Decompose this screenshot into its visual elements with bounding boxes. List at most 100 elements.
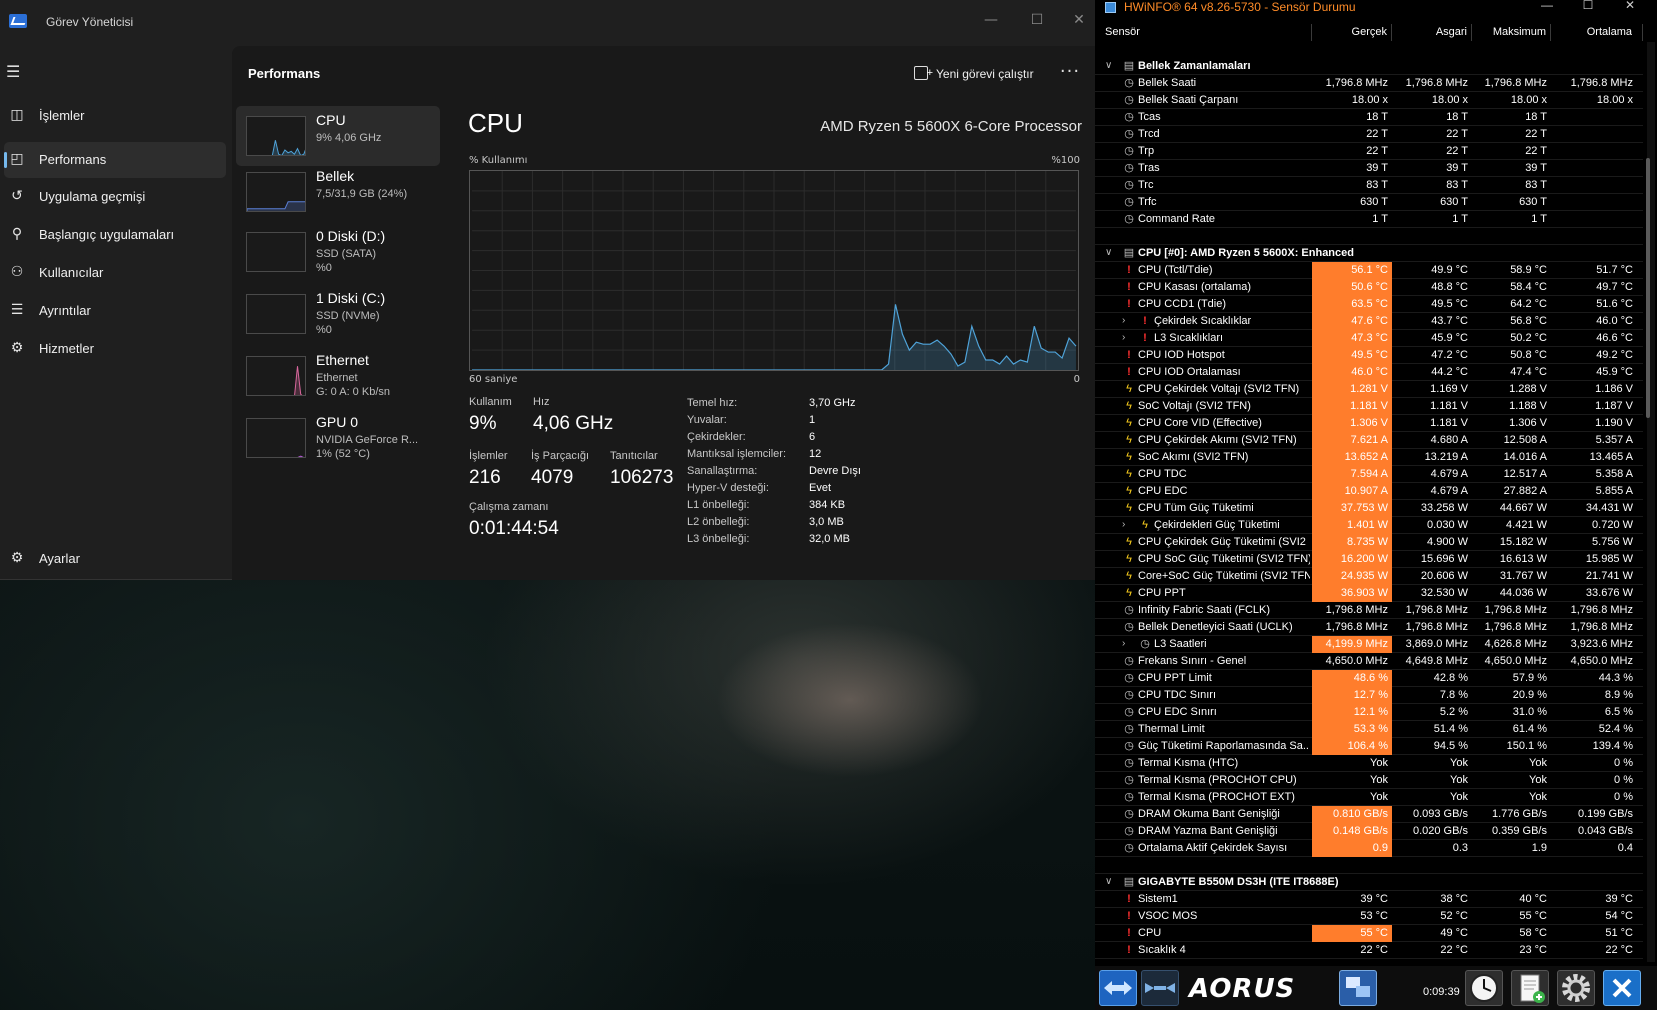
minimize-button[interactable]: — (1527, 0, 1567, 14)
sensor-row[interactable]: ◷ Command Rate 1 T 1 T 1 T (1095, 211, 1643, 228)
sensor-row[interactable]: › ◷ L3 Saatleri 4,199.9 MHz 3,869.0 MHz 4,626… (1095, 636, 1643, 653)
sensor-row[interactable]: ◷ Termal Kısma (PROCHOT EXT) Yok Yok Yok 0 % (1095, 789, 1643, 806)
sensor-row[interactable]: ◷ Trcd 22 T 22 T 22 T (1095, 126, 1643, 143)
sensor-row[interactable]: ◷ CPU EDC Sınırı 12.1 % 5.2 % 31.0 % 6.5 % (1095, 704, 1643, 721)
sensor-row[interactable]: ◷ Infinity Fabric Saati (FCLK) 1,796.8 MHz… (1095, 602, 1643, 619)
collapse-chevron-icon[interactable]: ∨ (1105, 58, 1112, 74)
sensor-row[interactable]: ! CPU (Tctl/Tdie) 56.1 °C 49.9 °C 58.9 °C 51.… (1095, 262, 1643, 279)
expand-chevron-icon[interactable]: › (1122, 517, 1125, 533)
hwinfo-titlebar[interactable]: HWiNFO® 64 v8.26-5730 - Sensör Durumu — … (1095, 0, 1657, 16)
sensor-row[interactable]: ϟ SoC Akımı (SVI2 TFN) 13.652 A 13.219 A 14.… (1095, 449, 1643, 466)
more-options-button[interactable]: ··· (1056, 60, 1084, 88)
maximize-button[interactable]: ☐ (1568, 0, 1608, 14)
sensor-row[interactable]: › ϟ Çekirdekleri Güç Tüketimi 1.401 W 0.030 … (1095, 517, 1643, 534)
task-manager-titlebar[interactable]: Görev Yöneticisi — ☐ ✕ (0, 0, 1104, 46)
sensor-row[interactable]: ◷ Güç Tüketimi Raporlamasında Sa... 106.4 … (1095, 738, 1643, 755)
sensor-row[interactable]: ◷ CPU PPT Limit 48.6 % 42.8 % 57.9 % 44.3 % (1095, 670, 1643, 687)
menu-icon[interactable]: ☰ (6, 62, 26, 82)
value-min: 1,796.8 MHz (1405, 604, 1468, 616)
sensor-row[interactable]: ϟ CPU TDC 7.594 A 4.679 A 12.517 A 5.358 A (1095, 466, 1643, 483)
sensor-row[interactable]: ◷ Termal Kısma (PROCHOT CPU) Yok Yok Yok 0 % (1095, 772, 1643, 789)
close-button[interactable]: ✕ (1610, 0, 1650, 14)
value-min: 1,796.8 MHz (1405, 77, 1468, 89)
column-header-sensor[interactable]: Sensör (1095, 24, 1312, 41)
expand-chevron-icon[interactable]: › (1122, 636, 1125, 652)
run-new-task-button[interactable]: Yeni görevi çalıştır (914, 59, 1034, 88)
clock-icon[interactable] (1465, 970, 1503, 1006)
device-item-2[interactable]: Bellek 7,5/31,9 GB (24%) (236, 162, 440, 222)
sensor-row[interactable]: ! Sistem1 39 °C 38 °C 40 °C 39 °C (1095, 891, 1643, 908)
sensor-row[interactable]: ! CPU CCD1 (Tdie) 63.5 °C 49.5 °C 64.2 °C 51.… (1095, 296, 1643, 313)
maximize-button[interactable]: ☐ (1014, 4, 1060, 36)
collapse-icon[interactable] (1141, 970, 1179, 1006)
sensor-row[interactable]: ◷ Trfc 630 T 630 T 630 T (1095, 194, 1643, 211)
device-item-3[interactable]: 0 Diski (D:) SSD (SATA) %0 (236, 222, 440, 282)
sensor-row[interactable]: ϟ Core+SoC Güç Tüketimi (SVI2 TFN) 24.935 … (1095, 568, 1643, 585)
sensor-row[interactable]: ϟ CPU SoC Güç Tüketimi (SVI2 TFN) 16.200 W… (1095, 551, 1643, 568)
sensor-row[interactable]: ! VSOC MOS 53 °C 52 °C 55 °C 54 °C (1095, 908, 1643, 925)
sensor-row[interactable]: ◷ Tcas 18 T 18 T 18 T (1095, 109, 1643, 126)
sensor-row[interactable]: ›! L3 Sıcaklıkları 47.3 °C 45.9 °C 50.2 °C 46… (1095, 330, 1643, 347)
device-item-4[interactable]: 1 Diski (C:) SSD (NVMe) %0 (236, 284, 440, 344)
column-header-current[interactable]: Gerçek (1312, 24, 1392, 41)
device-item-5[interactable]: Ethernet Ethernet G: 0 A: 0 Kb/sn (236, 346, 440, 406)
collapse-chevron-icon[interactable]: ∨ (1105, 245, 1112, 261)
sensor-group-row[interactable]: ∨ ▤ CPU [#0]: AMD Ryzen 5 5600X: Enhanced (1095, 245, 1643, 262)
nav-arrows-icon[interactable] (1099, 970, 1137, 1006)
sensor-row[interactable]: ◷ Bellek Denetleyici Saati (UCLK) 1,796.8 … (1095, 619, 1643, 636)
sensor-row[interactable]: ! CPU Kasası (ortalama) 50.6 °C 48.8 °C 58.4… (1095, 279, 1643, 296)
nav-item-7[interactable]: ⚙ Hizmetler (4, 331, 226, 367)
sensor-group-row[interactable]: ∨ ▤ GIGABYTE B550M DS3H (ITE IT8688E) (1095, 874, 1643, 891)
sensor-row[interactable]: ! CPU IOD Ortalaması 46.0 °C 44.2 °C 47.4 °C… (1095, 364, 1643, 381)
device-item-1[interactable]: CPU 9% 4,06 GHz (236, 106, 440, 166)
value-current: 12.7 % (1312, 687, 1392, 704)
sensor-row[interactable]: ◷ Frekans Sınırı - Genel 4,650.0 MHz 4,649.… (1095, 653, 1643, 670)
sensor-row[interactable]: ›! Çekirdek Sıcaklıklar 47.6 °C 43.7 °C 56.8… (1095, 313, 1643, 330)
minimize-button[interactable]: — (968, 4, 1014, 36)
nav-item-6[interactable]: ☰ Ayrıntılar (4, 293, 226, 329)
sensor-row[interactable]: ◷ CPU TDC Sınırı 12.7 % 7.8 % 20.9 % 8.9 % (1095, 687, 1643, 704)
expand-chevron-icon[interactable]: › (1122, 313, 1125, 329)
value-average: 22 °C (1605, 944, 1633, 956)
sensor-group-row[interactable]: ∨ ▤ Bellek Zamanlamaları (1095, 58, 1643, 75)
scrollbar-thumb[interactable] (1646, 158, 1650, 418)
network-icon[interactable] (1339, 970, 1377, 1006)
nav-item-1[interactable]: ◫ İşlemler (4, 98, 226, 134)
nav-item-settings[interactable]: ⚙ Ayarlar (4, 541, 226, 577)
column-header-average[interactable]: Ortalama (1551, 24, 1643, 41)
sensor-row[interactable]: ! CPU IOD Hotspot 49.5 °C 47.2 °C 50.8 °C 49.… (1095, 347, 1643, 364)
sensor-row[interactable]: ◷ DRAM Okuma Bant Genişliği 0.810 GB/s 0.09… (1095, 806, 1643, 823)
report-icon[interactable] (1511, 970, 1549, 1006)
sensor-row[interactable]: ! CPU 55 °C 49 °C 58 °C 51 °C (1095, 925, 1643, 942)
sensor-row[interactable]: ◷ Thermal Limit 53.3 % 51.4 % 61.4 % 52.4 % (1095, 721, 1643, 738)
sensor-row[interactable]: ϟ CPU Tüm Güç Tüketimi 37.753 W 33.258 W 44.… (1095, 500, 1643, 517)
sensor-row[interactable]: ϟ CPU PPT 36.903 W 32.530 W 44.036 W 33.676 W (1095, 585, 1643, 602)
nav-item-3[interactable]: ↺ Uygulama geçmişi (4, 179, 226, 215)
sensor-row[interactable]: ϟ CPU Çekirdek Güç Tüketimi (SVI2 ... 8.73… (1095, 534, 1643, 551)
sensor-row[interactable]: ϟ CPU EDC 10.907 A 4.679 A 27.882 A 5.855 A (1095, 483, 1643, 500)
sensor-row[interactable]: ◷ Trp 22 T 22 T 22 T (1095, 143, 1643, 160)
nav-item-4[interactable]: ⚲ Başlangıç uygulamaları (4, 217, 226, 253)
sensor-row[interactable]: ◷ Termal Kısma (HTC) Yok Yok Yok 0 % (1095, 755, 1643, 772)
sensor-row[interactable]: ◷ DRAM Yazma Bant Genişliği 0.148 GB/s 0.02… (1095, 823, 1643, 840)
sensor-row[interactable]: ! Sıcaklık 4 22 °C 22 °C 23 °C 22 °C (1095, 942, 1643, 959)
sensor-row[interactable]: ϟ CPU Çekirdek Akımı (SVI2 TFN) 7.621 A 4.6… (1095, 432, 1643, 449)
sensor-row[interactable]: ◷ Ortalama Aktif Çekirdek Sayısı 0.9 0.3 1.9… (1095, 840, 1643, 857)
sensor-row[interactable]: ◷ Bellek Saati Çarpanı 18.00 x 18.00 x 18.00… (1095, 92, 1643, 109)
device-item-6[interactable]: GPU 0 NVIDIA GeForce R... 1% (52 °C) (236, 408, 440, 468)
sensor-row[interactable]: ◷ Tras 39 T 39 T 39 T (1095, 160, 1643, 177)
settings-icon[interactable] (1557, 970, 1595, 1006)
close-icon[interactable] (1603, 970, 1641, 1006)
column-header-max[interactable]: Maksimum (1472, 24, 1551, 41)
nav-item-5[interactable]: ⚇ Kullanıcılar (4, 255, 226, 291)
sensor-row[interactable]: ϟ CPU Çekirdek Voltajı (SVI2 TFN) 1.281 V 1… (1095, 381, 1643, 398)
nav-item-2[interactable]: ◰ Performans (4, 142, 226, 178)
sensor-row[interactable]: ◷ Bellek Saati 1,796.8 MHz 1,796.8 MHz 1,796… (1095, 75, 1643, 92)
clock-icon: ◷ (1124, 213, 1134, 225)
collapse-chevron-icon[interactable]: ∨ (1105, 874, 1112, 890)
sensor-row[interactable]: ϟ SoC Voltajı (SVI2 TFN) 1.181 V 1.181 V 1.1… (1095, 398, 1643, 415)
expand-chevron-icon[interactable]: › (1122, 330, 1125, 346)
column-header-min[interactable]: Asgari (1392, 24, 1472, 41)
sensor-row[interactable]: ◷ Trc 83 T 83 T 83 T (1095, 177, 1643, 194)
sensor-row[interactable]: ϟ CPU Core VID (Effective) 1.306 V 1.181 V 1… (1095, 415, 1643, 432)
